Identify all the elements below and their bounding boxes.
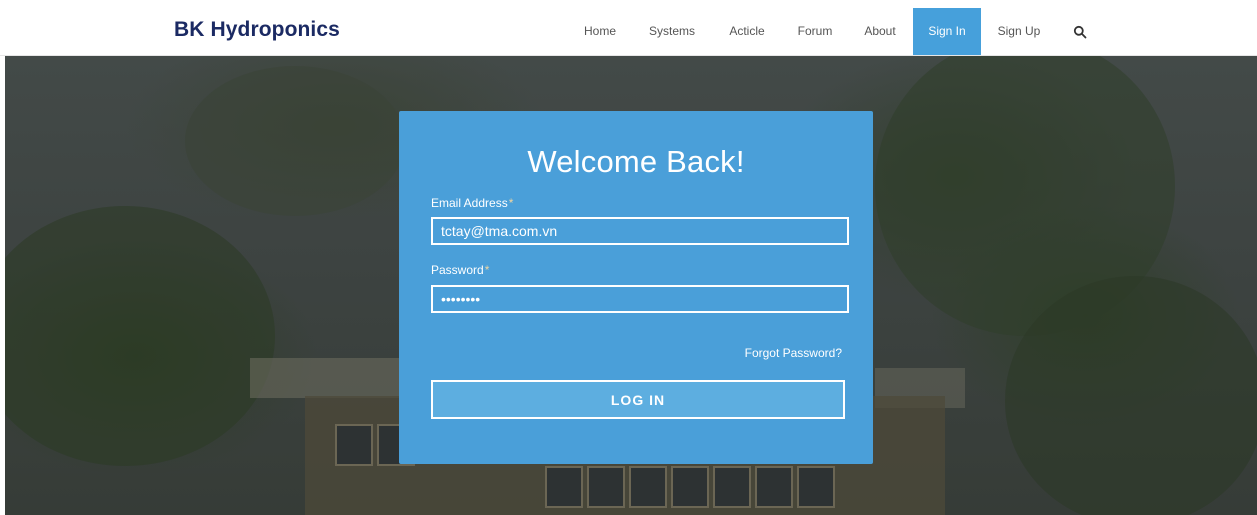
nav-item-forum[interactable]: Forum [789,8,841,55]
tree-foliage-bottom-right [1005,276,1257,515]
password-label: Password* [431,263,489,277]
building-window [671,466,709,508]
nav-item-sign-in[interactable]: Sign In [913,8,981,55]
nav-item-acticle[interactable]: Acticle [720,8,774,55]
building-window [545,466,583,508]
nav-item-home[interactable]: Home [577,8,623,55]
building-roof [250,358,410,398]
building-window [713,466,751,508]
nav-item-sign-up[interactable]: Sign Up [989,8,1049,55]
forgot-password-link[interactable]: Forgot Password? [745,346,842,360]
tree-foliage-top-left [185,66,405,216]
nav-item-systems[interactable]: Systems [640,8,704,55]
password-label-text: Password [431,263,484,277]
required-marker: * [484,263,490,277]
nav-menu: Home Systems Acticle Forum About Sign In… [0,8,1257,55]
login-panel: Welcome Back! Email Address* Password* F… [399,111,873,464]
tree-foliage-left [5,206,275,466]
login-title: Welcome Back! [527,144,745,179]
building-window [755,466,793,508]
building-window [587,466,625,508]
email-input[interactable] [431,217,849,245]
building-window [629,466,667,508]
required-marker: * [508,196,514,210]
building-window [335,424,373,466]
email-label: Email Address* [431,196,513,210]
nav-item-about[interactable]: About [855,8,905,55]
login-button[interactable]: LOG IN [431,380,845,419]
search-icon[interactable] [1073,25,1087,39]
password-input[interactable] [431,285,849,313]
top-navbar: BK Hydroponics Home Systems Acticle Foru… [0,0,1257,56]
building-window [797,466,835,508]
email-label-text: Email Address [431,196,508,210]
